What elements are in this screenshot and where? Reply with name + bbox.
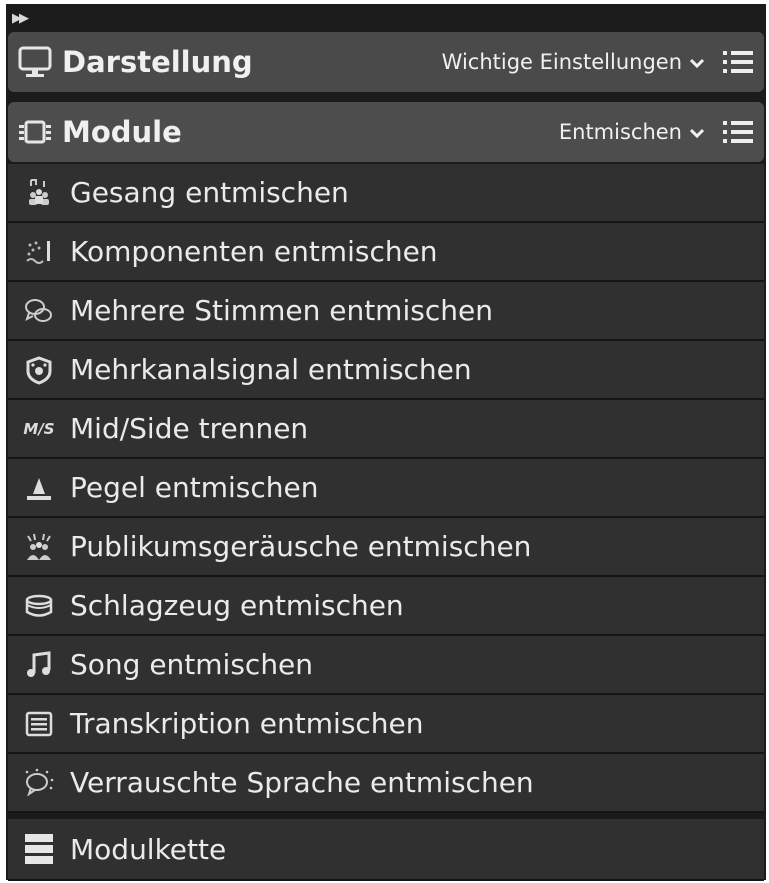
module-item-label: Gesang entmischen (70, 176, 349, 209)
module-item-komponenten[interactable]: Komponenten entmischen (8, 223, 764, 282)
module-item-label: Schlagzeug entmischen (70, 589, 404, 622)
module-item-verrauschte-sprache[interactable]: Verrauschte Sprache entmischen (8, 754, 764, 813)
module-item-label: Verrauschte Sprache entmischen (70, 766, 534, 799)
choir-icon (8, 178, 70, 208)
chevron-down-icon (689, 122, 705, 143)
modules-section-title: Module (62, 115, 182, 149)
speech-bubbles-icon (8, 296, 70, 326)
module-item-label: Mid/Side trennen (70, 412, 309, 445)
module-chain-label: Modulkette (70, 832, 227, 866)
module-item-mehrkanalsignal[interactable]: Mehrkanalsignal entmischen (8, 341, 764, 400)
module-item-label: Transkription entmischen (70, 707, 424, 740)
display-section-header[interactable]: Darstellung Wichtige Einstellungen (8, 32, 764, 92)
module-icon (8, 119, 62, 145)
list-menu-icon[interactable] (718, 49, 758, 75)
module-item-label: Mehrere Stimmen entmischen (70, 294, 493, 327)
module-item-pegel[interactable]: Pegel entmischen (8, 459, 764, 518)
components-icon (8, 237, 70, 267)
module-item-schlagzeug[interactable]: Schlagzeug entmischen (8, 577, 764, 636)
mid-side-icon: M/S (8, 420, 70, 438)
module-item-mehrere-stimmen[interactable]: Mehrere Stimmen entmischen (8, 282, 764, 341)
crowd-icon (8, 532, 70, 562)
module-item-label: Publikumsgeräusche entmischen (70, 530, 532, 563)
module-item-mid-side[interactable]: M/S Mid/Side trennen (8, 400, 764, 459)
module-chain-item[interactable]: Modulkette (8, 819, 764, 881)
module-item-label: Mehrkanalsignal entmischen (70, 353, 472, 386)
display-preset-dropdown[interactable]: Wichtige Einstellungen (441, 50, 705, 74)
chevron-down-icon (689, 52, 705, 73)
modules-preset-label: Entmischen (558, 120, 682, 144)
modules-section-header[interactable]: Module Entmischen (8, 102, 764, 162)
modules-preset-dropdown[interactable]: Entmischen (558, 120, 705, 144)
mid-side-icon-text: M/S (23, 419, 55, 438)
module-item-song[interactable]: Song entmischen (8, 636, 764, 695)
module-item-label: Komponenten entmischen (70, 235, 438, 268)
module-item-label: Song entmischen (70, 648, 314, 681)
module-list: Gesang entmischen Komponenten entmischen (8, 164, 764, 881)
display-preset-label: Wichtige Einstellungen (441, 50, 682, 74)
module-item-label: Pegel entmischen (70, 471, 319, 504)
monitor-icon (8, 45, 62, 79)
surround-icon (8, 355, 70, 385)
module-item-gesang[interactable]: Gesang entmischen (8, 164, 764, 223)
level-icon (8, 473, 70, 503)
display-section-title: Darstellung (62, 45, 253, 79)
transcription-icon (8, 709, 70, 739)
noisy-speech-icon (8, 768, 70, 798)
list-menu-icon[interactable] (718, 119, 758, 145)
module-panel: ▶▶ Darstellung Wichtige Einstellungen Mo… (6, 4, 766, 881)
music-note-icon (8, 650, 70, 680)
module-item-publikum[interactable]: Publikumsgeräusche entmischen (8, 518, 764, 577)
module-item-transkription[interactable]: Transkription entmischen (8, 695, 764, 754)
module-chain-icon (8, 832, 70, 866)
collapse-button[interactable]: ▶▶ (12, 8, 52, 30)
drum-icon (8, 591, 70, 621)
